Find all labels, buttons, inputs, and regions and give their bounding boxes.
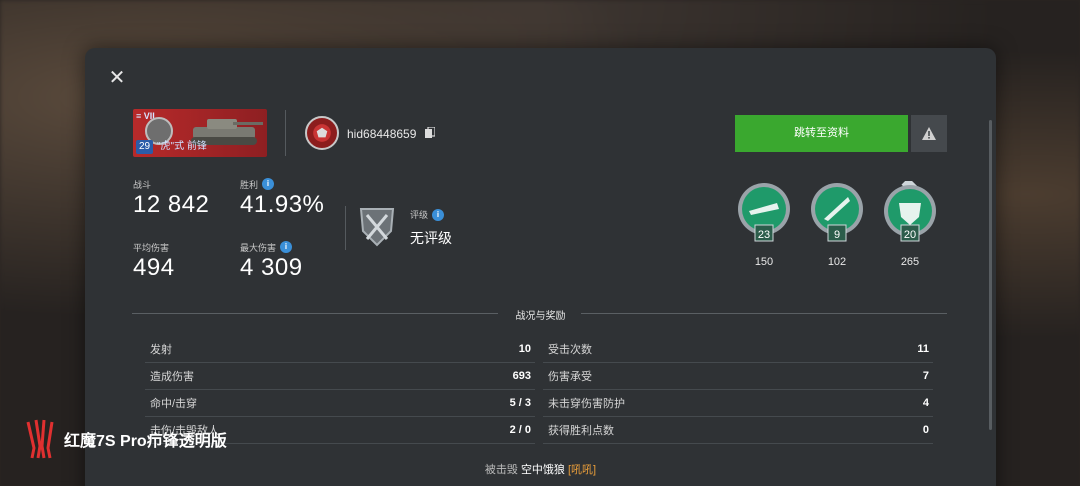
svg-text:20: 20 (904, 229, 916, 241)
table-row: 发射 10 (145, 336, 535, 363)
report-button[interactable] (911, 115, 947, 152)
warning-icon (922, 127, 936, 140)
tank-name: "虎"式 前锋 (157, 141, 207, 152)
tank-card: ≡ VII 29 "虎"式 前锋 (133, 109, 267, 157)
player-name: hid68448659 (347, 127, 417, 141)
rating-value: 无评级 (410, 230, 452, 246)
table-row: 未击穿伤害防护 4 (543, 390, 933, 417)
copy-icon[interactable] (425, 127, 435, 138)
avg-damage-stat: 平均伤害 494 (133, 241, 175, 282)
svg-text:23: 23 (758, 229, 770, 241)
player-emblem-icon (305, 116, 339, 150)
info-icon[interactable]: i (432, 208, 445, 221)
medal-count: 265 (900, 256, 920, 268)
medal-count: 102 (827, 256, 847, 268)
redmagic-logo-icon (26, 419, 54, 459)
device-watermark: 红魔7S Pro疖锋透明版 (26, 418, 227, 460)
cannon-medal-icon[interactable]: 23 (733, 181, 795, 245)
win-rate-stat: 胜利 i 41.93% (240, 178, 324, 219)
info-icon[interactable]: i (280, 241, 293, 253)
svg-text:9: 9 (834, 229, 840, 241)
shell-medal-icon[interactable]: 9 (806, 181, 868, 245)
scrollbar[interactable] (989, 120, 992, 430)
section-title: 战况与奖励 (515, 311, 566, 322)
killed-by-label: 被击毁 (484, 464, 518, 476)
max-damage-value: 4 309 (240, 254, 303, 281)
killed-by-line: 被击毁 空中饿狼 [吼吼] (85, 461, 996, 477)
shield-medal-icon[interactable]: 20 (879, 181, 941, 245)
divider (345, 206, 346, 250)
rating-shield-icon (359, 208, 395, 247)
table-row: 获得胜利点数 0 (543, 417, 933, 444)
table-row: 造成伤害 693 (145, 363, 535, 390)
goto-profile-button[interactable]: 跳转至资料 (735, 115, 908, 152)
max-damage-stat: 最大伤害 i 4 309 (240, 241, 303, 282)
rating-label: 评级 (410, 210, 429, 220)
info-icon[interactable]: i (262, 178, 275, 190)
table-row: 命中/击穿 5 / 3 (145, 390, 535, 417)
battles-label: 战斗 (133, 179, 152, 190)
table-row: 受击次数 11 (543, 336, 933, 363)
medal-count: 150 (754, 256, 774, 268)
battles-value: 12 842 (133, 191, 210, 218)
right-stats-table: 受击次数 11 伤害承受 7 未击穿伤害防护 4 获得胜利点数 0 (543, 336, 933, 444)
killer-clan[interactable]: [吼吼] (568, 464, 596, 476)
divider (285, 110, 286, 156)
close-icon[interactable]: ✕ (107, 68, 127, 88)
tank-level-badge: 29 (136, 140, 154, 154)
avg-damage-label: 平均伤害 (133, 242, 170, 253)
watermark-text: 红魔7S Pro疖锋透明版 (64, 433, 227, 450)
table-row: 伤害承受 7 (543, 363, 933, 390)
avg-damage-value: 494 (133, 254, 175, 281)
win-rate-value: 41.93% (240, 191, 325, 218)
max-damage-label: 最大伤害 (240, 242, 277, 253)
killer-name[interactable]: 空中饿狼 (521, 464, 565, 476)
divider (581, 313, 947, 314)
battles-stat: 战斗 12 842 (133, 178, 209, 219)
win-rate-label: 胜利 (240, 179, 259, 190)
